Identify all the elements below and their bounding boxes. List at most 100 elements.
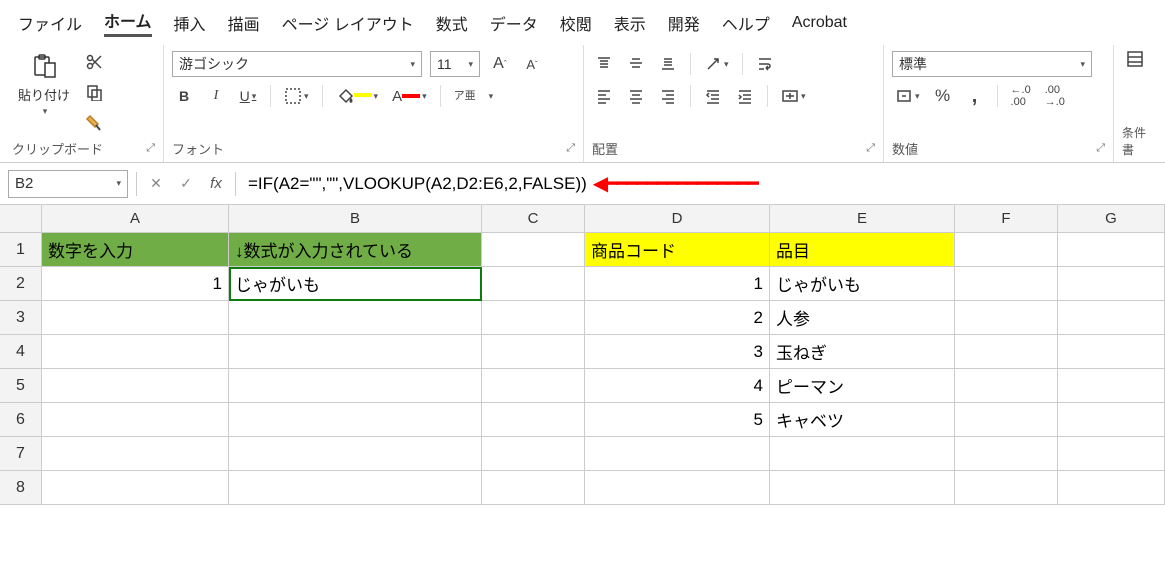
copy-button[interactable] <box>82 79 106 105</box>
ruby-button[interactable]: ア亜 <box>451 83 479 109</box>
row-header-4[interactable]: 4 <box>0 335 42 369</box>
cut-button[interactable] <box>82 49 106 75</box>
accept-formula-button[interactable]: ✓ <box>175 173 197 195</box>
menu-developer[interactable]: 開発 <box>668 11 700 35</box>
cell-E6[interactable]: キャベツ <box>770 403 955 437</box>
cell-C3[interactable] <box>482 301 585 335</box>
col-header-G[interactable]: G <box>1058 205 1165 233</box>
cell-A8[interactable] <box>42 471 229 505</box>
cell-C4[interactable] <box>482 335 585 369</box>
cell-D2[interactable]: 1 <box>585 267 770 301</box>
fill-color-button[interactable]: ▾ <box>333 83 382 109</box>
cell-F7[interactable] <box>955 437 1058 471</box>
launcher-icon[interactable]: ⤢ <box>1096 142 1105 155</box>
cell-B8[interactable] <box>229 471 482 505</box>
cell-E8[interactable] <box>770 471 955 505</box>
decrease-decimal-button[interactable]: .00→.0 <box>1042 83 1068 109</box>
cell-A6[interactable] <box>42 403 229 437</box>
align-middle-button[interactable] <box>624 51 648 77</box>
cancel-formula-button[interactable]: ✕ <box>145 173 167 195</box>
cell-G7[interactable] <box>1058 437 1165 471</box>
increase-indent-button[interactable] <box>733 83 757 109</box>
cell-E4[interactable]: 玉ねぎ <box>770 335 955 369</box>
cell-G3[interactable] <box>1058 301 1165 335</box>
cell-E3[interactable]: 人参 <box>770 301 955 335</box>
conditional-format-button[interactable] <box>1122 51 1146 77</box>
format-painter-button[interactable] <box>82 109 106 135</box>
menu-file[interactable]: ファイル <box>18 11 82 35</box>
font-name-select[interactable]: 游ゴシック ▾ <box>172 51 422 77</box>
comma-button[interactable]: , <box>963 83 987 109</box>
menu-view[interactable]: 表示 <box>614 11 646 35</box>
cell-E5[interactable]: ピーマン <box>770 369 955 403</box>
menu-review[interactable]: 校閲 <box>560 11 592 35</box>
cell-C2[interactable] <box>482 267 585 301</box>
menu-home[interactable]: ホーム <box>104 8 152 37</box>
cell-G2[interactable] <box>1058 267 1165 301</box>
launcher-icon[interactable]: ⤢ <box>566 142 575 155</box>
col-header-C[interactable]: C <box>482 205 585 233</box>
align-center-button[interactable] <box>624 83 648 109</box>
increase-font-button[interactable]: Aˆ <box>488 51 512 77</box>
cell-D6[interactable]: 5 <box>585 403 770 437</box>
paste-button[interactable]: 貼り付け ▾ <box>12 49 76 121</box>
row-header-3[interactable]: 3 <box>0 301 42 335</box>
row-header-6[interactable]: 6 <box>0 403 42 437</box>
row-header-7[interactable]: 7 <box>0 437 42 471</box>
align-right-button[interactable] <box>656 83 680 109</box>
percent-button[interactable]: % <box>931 83 955 109</box>
menu-insert[interactable]: 挿入 <box>174 11 206 35</box>
col-header-A[interactable]: A <box>42 205 229 233</box>
cell-G8[interactable] <box>1058 471 1165 505</box>
align-left-button[interactable] <box>592 83 616 109</box>
cell-C8[interactable] <box>482 471 585 505</box>
menu-draw[interactable]: 描画 <box>228 11 260 35</box>
menu-pagelayout[interactable]: ページ レイアウト <box>282 11 414 35</box>
cell-G6[interactable] <box>1058 403 1165 437</box>
spreadsheet-grid[interactable]: A B C D E F G 1 数字を入力 ↓数式が入力されている 商品コード … <box>0 205 1165 505</box>
bold-button[interactable]: B <box>172 83 196 109</box>
decrease-font-button[interactable]: Aˇ <box>520 51 544 77</box>
cell-F3[interactable] <box>955 301 1058 335</box>
cell-B5[interactable] <box>229 369 482 403</box>
wrap-text-button[interactable] <box>753 51 777 77</box>
cell-F6[interactable] <box>955 403 1058 437</box>
menu-help[interactable]: ヘルプ <box>722 11 770 35</box>
cell-F2[interactable] <box>955 267 1058 301</box>
col-header-F[interactable]: F <box>955 205 1058 233</box>
underline-button[interactable]: U▾ <box>236 83 260 109</box>
merge-button[interactable]: ▾ <box>778 83 809 109</box>
cell-A2[interactable]: 1 <box>42 267 229 301</box>
col-header-E[interactable]: E <box>770 205 955 233</box>
cell-B6[interactable] <box>229 403 482 437</box>
cell-A4[interactable] <box>42 335 229 369</box>
font-color-button[interactable]: A▾ <box>389 83 430 109</box>
cell-F1[interactable] <box>955 233 1058 267</box>
formula-input[interactable]: =IF(A2="","",VLOOKUP(A2,D2:E6,2,FALSE)) … <box>244 169 1157 198</box>
cell-F5[interactable] <box>955 369 1058 403</box>
cell-B7[interactable] <box>229 437 482 471</box>
launcher-icon[interactable]: ⤢ <box>866 142 875 155</box>
cell-D1[interactable]: 商品コード <box>585 233 770 267</box>
cell-G1[interactable] <box>1058 233 1165 267</box>
align-bottom-button[interactable] <box>656 51 680 77</box>
cell-A5[interactable] <box>42 369 229 403</box>
font-size-select[interactable]: 11 ▾ <box>430 51 480 77</box>
row-header-2[interactable]: 2 <box>0 267 42 301</box>
menu-formulas[interactable]: 数式 <box>436 11 468 35</box>
cell-B2[interactable]: じゃがいも <box>229 267 482 301</box>
col-header-B[interactable]: B <box>229 205 482 233</box>
menu-data[interactable]: データ <box>490 11 538 35</box>
row-header-5[interactable]: 5 <box>0 369 42 403</box>
col-header-D[interactable]: D <box>585 205 770 233</box>
cell-C6[interactable] <box>482 403 585 437</box>
cell-D5[interactable]: 4 <box>585 369 770 403</box>
cell-E2[interactable]: じゃがいも <box>770 267 955 301</box>
launcher-icon[interactable]: ⤢ <box>146 142 155 155</box>
fx-button[interactable]: fx <box>205 173 227 195</box>
increase-decimal-button[interactable]: ←.0.00 <box>1008 83 1034 109</box>
italic-button[interactable]: I <box>204 83 228 109</box>
cell-C5[interactable] <box>482 369 585 403</box>
cell-D7[interactable] <box>585 437 770 471</box>
accounting-format-button[interactable]: ▾ <box>892 83 923 109</box>
